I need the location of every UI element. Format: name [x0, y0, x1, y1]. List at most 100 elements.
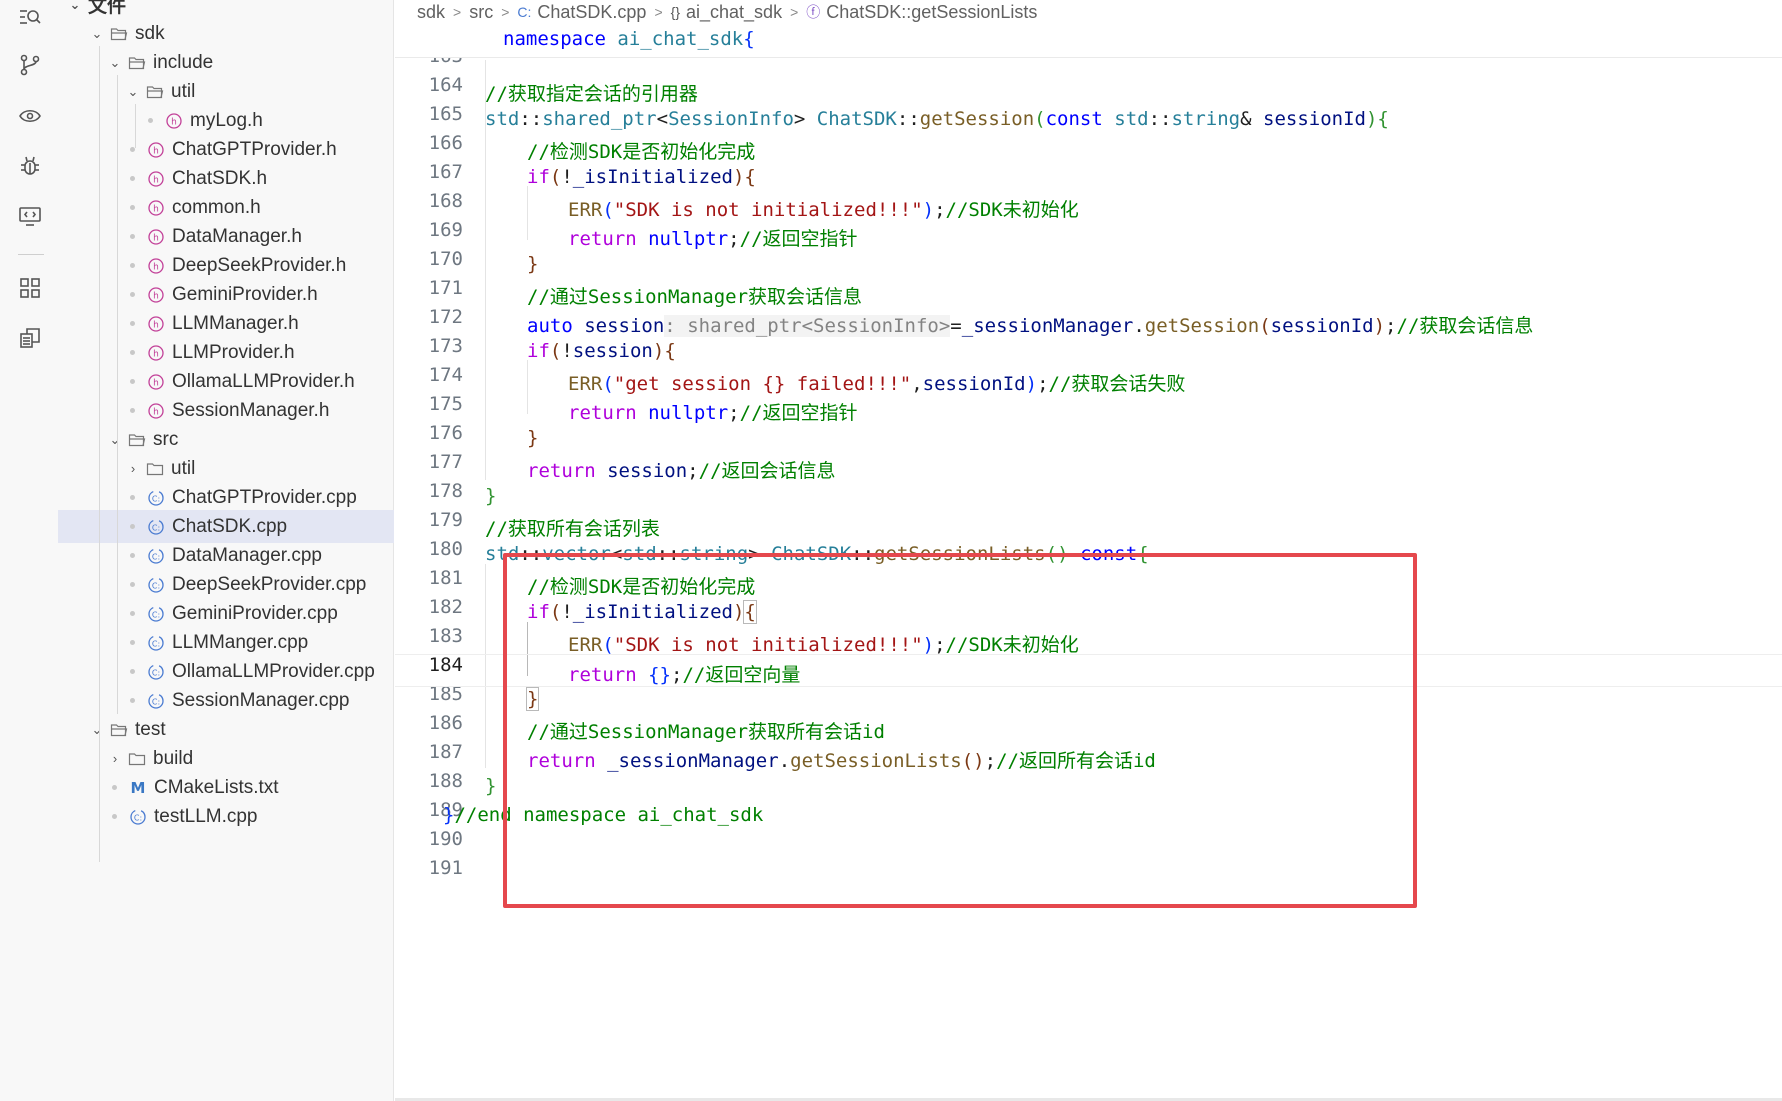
folder-open-icon [146, 83, 164, 101]
tree-dot [130, 582, 135, 587]
folder-open-icon [110, 721, 128, 739]
tree-item-label: OllamaLLMProvider.cpp [172, 660, 375, 682]
tree-dot [130, 321, 135, 326]
svg-text:C:: C: [152, 639, 160, 648]
tree-item-label: testLLM.cpp [154, 805, 258, 827]
header-file-icon: h [147, 344, 165, 362]
tree-item-label: GeminiProvider.h [172, 283, 318, 305]
header-file-icon: h [147, 402, 165, 420]
tree-dot [130, 495, 135, 500]
header-file-icon: h [147, 257, 165, 275]
header-file-icon: h [147, 170, 165, 188]
header-file-icon: h [147, 228, 165, 246]
tree-item-label: ChatGPTProvider.cpp [172, 486, 357, 508]
chevron-right-icon: > [501, 4, 510, 20]
svg-text:h: h [153, 378, 159, 388]
tree-item-label: LLMProvider.h [172, 341, 295, 363]
chevron-down-icon[interactable]: ⌄ [126, 84, 140, 100]
tree-dot [130, 669, 135, 674]
tree-item-label: build [153, 747, 194, 769]
svg-text:h: h [153, 320, 159, 330]
code-editor: sdk > src > C: ChatSDK.cpp > {} ai_chat_… [395, 0, 1782, 1101]
tree-indent-guide [117, 452, 118, 714]
remote-icon[interactable] [17, 203, 43, 229]
chevron-right-icon: > [453, 4, 462, 20]
breadcrumb-sdk[interactable]: sdk [417, 2, 445, 23]
tree-dot [130, 698, 135, 703]
tree-item-label: ChatGPTProvider.h [172, 138, 337, 160]
chevron-down-icon[interactable]: ⌄ [90, 26, 104, 42]
tree-dot [130, 553, 135, 558]
tree-item-label: myLog.h [190, 109, 263, 131]
header-file-icon: h [147, 373, 165, 391]
breadcrumb-file[interactable]: ChatSDK.cpp [537, 2, 646, 23]
source-control-icon[interactable] [17, 52, 43, 78]
folder-icon [146, 460, 164, 478]
tree-dot [130, 176, 135, 181]
eye-icon[interactable] [17, 103, 43, 129]
tree-item-label: DataManager.h [172, 225, 302, 247]
tree-dot [130, 379, 135, 384]
svg-text:h: h [171, 117, 177, 127]
namespace-icon: {} [670, 4, 680, 20]
svg-text:C:: C: [152, 697, 160, 706]
tree-dot [130, 524, 135, 529]
chevron-down-icon[interactable]: ⌄ [108, 55, 122, 71]
breadcrumb-src[interactable]: src [469, 2, 493, 23]
cpp-file-icon: C: [147, 663, 165, 681]
tree-indent-guide [135, 104, 136, 148]
cmake-file-icon: M [129, 779, 147, 797]
svg-text:C:: C: [152, 494, 160, 503]
svg-text:h: h [153, 349, 159, 359]
chevron-down-icon: ⌄ [69, 0, 81, 12]
tree-indent-guide [117, 75, 118, 458]
chevron-down-icon[interactable]: ⌄ [108, 432, 122, 448]
chevron-right-icon[interactable]: › [126, 461, 140, 476]
folder-open-icon [110, 25, 128, 43]
svg-text:h: h [153, 175, 159, 185]
file-explorer: ⌄ 文件 ⌄ sdk ⌄ include ⌄ util h myLog.h h ChatGPTPr… [58, 0, 394, 1101]
chevron-right-icon[interactable]: › [108, 751, 122, 766]
search-explorer-icon[interactable] [17, 4, 43, 30]
tree-dot [148, 118, 153, 123]
tree-dot [130, 263, 135, 268]
svg-text:C:: C: [134, 813, 142, 822]
svg-text:h: h [153, 233, 159, 243]
folder-open-icon [128, 431, 146, 449]
tree-item-label: util [171, 457, 196, 479]
svg-text:C:: C: [152, 581, 160, 590]
chevron-down-icon[interactable]: ⌄ [90, 722, 104, 738]
tree-item-label: GeminiProvider.cpp [172, 602, 338, 624]
folder-open-icon [128, 54, 146, 72]
tree-dot [130, 234, 135, 239]
documents-icon[interactable] [17, 325, 43, 351]
cpp-file-icon: C: [147, 576, 165, 594]
svg-text:C:: C: [152, 552, 160, 561]
cpp-file-icon: C: [147, 605, 165, 623]
tree-item-label: util [171, 80, 196, 102]
folder-icon [128, 750, 146, 768]
code-line-189[interactable]: }//end namespace ai_chat_sdk [395, 799, 1782, 832]
tree-item-label: common.h [172, 196, 261, 218]
svg-text:h: h [153, 262, 159, 272]
breadcrumb: sdk > src > C: ChatSDK.cpp > {} ai_chat_… [417, 0, 1037, 24]
header-file-icon: h [147, 199, 165, 217]
svg-text:h: h [153, 407, 159, 417]
header-file-icon: h [147, 141, 165, 159]
line-number: 191 [428, 857, 463, 879]
tree-item[interactable]: C: testLLM.cpp [58, 800, 394, 833]
tree-item-label: SessionManager.cpp [172, 689, 350, 711]
sticky-scroll[interactable]: namespace ai_chat_sdk{ [395, 24, 1782, 58]
svg-text:C:: C: [152, 610, 160, 619]
chevron-right-icon: > [654, 4, 663, 20]
breadcrumb-function[interactable]: ChatSDK::getSessionLists [826, 2, 1037, 23]
tree-item-label: DeepSeekProvider.cpp [172, 573, 367, 595]
tree-dot [112, 785, 117, 790]
breadcrumb-namespace[interactable]: ai_chat_sdk [686, 2, 782, 23]
tree-dot [130, 408, 135, 413]
tree-item-label: src [153, 428, 179, 450]
svg-text:h: h [153, 146, 159, 156]
debug-icon[interactable] [17, 153, 43, 179]
tree-item-label: LLMManager.h [172, 312, 299, 334]
extensions-icon[interactable] [17, 275, 43, 301]
